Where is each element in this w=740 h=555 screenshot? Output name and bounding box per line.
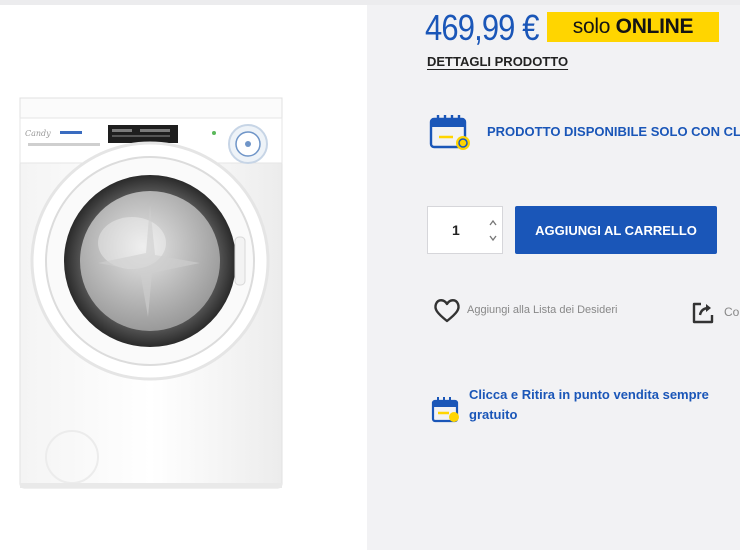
chevron-down-icon[interactable] — [486, 232, 500, 244]
store-pickup-notice: Clicca e Ritira in punto vendita sempre … — [431, 385, 731, 435]
product-image-washing-machine[interactable]: Candy — [0, 5, 367, 550]
wishlist-label: Aggiungi alla Lista dei Desideri — [467, 304, 618, 316]
pickup-text: Clicca e Ritira in punto vendita sempre … — [469, 387, 709, 422]
badge-text-light: solo — [572, 15, 611, 38]
online-only-text: PRODOTTO DISPONIBILE SOLO CON CL — [487, 124, 740, 139]
chevron-up-icon[interactable] — [486, 217, 500, 229]
quantity-value[interactable]: 1 — [452, 222, 460, 238]
online-only-badge: solo ONLINE — [547, 12, 719, 42]
store-pickup-icon — [431, 397, 459, 423]
heart-icon — [434, 299, 460, 323]
product-price: 469,99 € — [425, 7, 540, 48]
share-label: Co — [724, 305, 740, 319]
share-icon — [692, 302, 714, 324]
badge-text-bold: ONLINE — [615, 15, 694, 38]
brand-logo: Candy — [25, 129, 51, 138]
calendar-online-icon — [429, 115, 470, 150]
product-image-area: Candy — [0, 5, 367, 550]
add-to-cart-button[interactable]: AGGIUNGI AL CARRELLO — [515, 206, 717, 254]
product-info-panel: 469,99 € solo ONLINE DETTAGLI PRODOTTO P… — [367, 5, 740, 550]
quantity-stepper[interactable]: 1 — [427, 206, 503, 254]
product-details-link[interactable]: DETTAGLI PRODOTTO — [427, 54, 568, 69]
